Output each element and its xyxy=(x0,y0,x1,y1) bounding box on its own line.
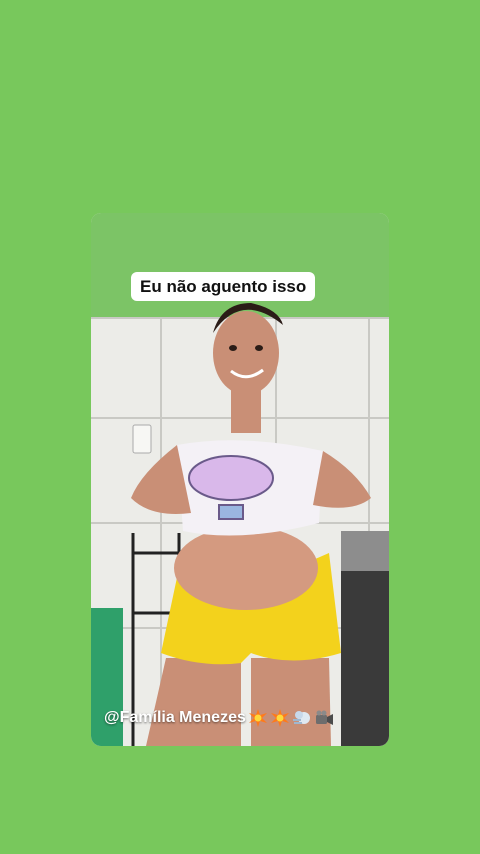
dash-icon xyxy=(292,711,310,724)
green-wall xyxy=(91,213,389,318)
video-camera-icon xyxy=(315,710,333,725)
story-caption: Eu não aguento isso xyxy=(131,272,316,301)
mention-tag[interactable]: @Família Menezes xyxy=(104,708,334,728)
balloon-print xyxy=(188,455,274,501)
wall-outlet xyxy=(132,424,152,454)
explosion-icon xyxy=(248,709,267,727)
mention-text: @Família Menezes xyxy=(104,709,246,726)
explosion-icon xyxy=(270,709,289,727)
face xyxy=(213,311,279,395)
